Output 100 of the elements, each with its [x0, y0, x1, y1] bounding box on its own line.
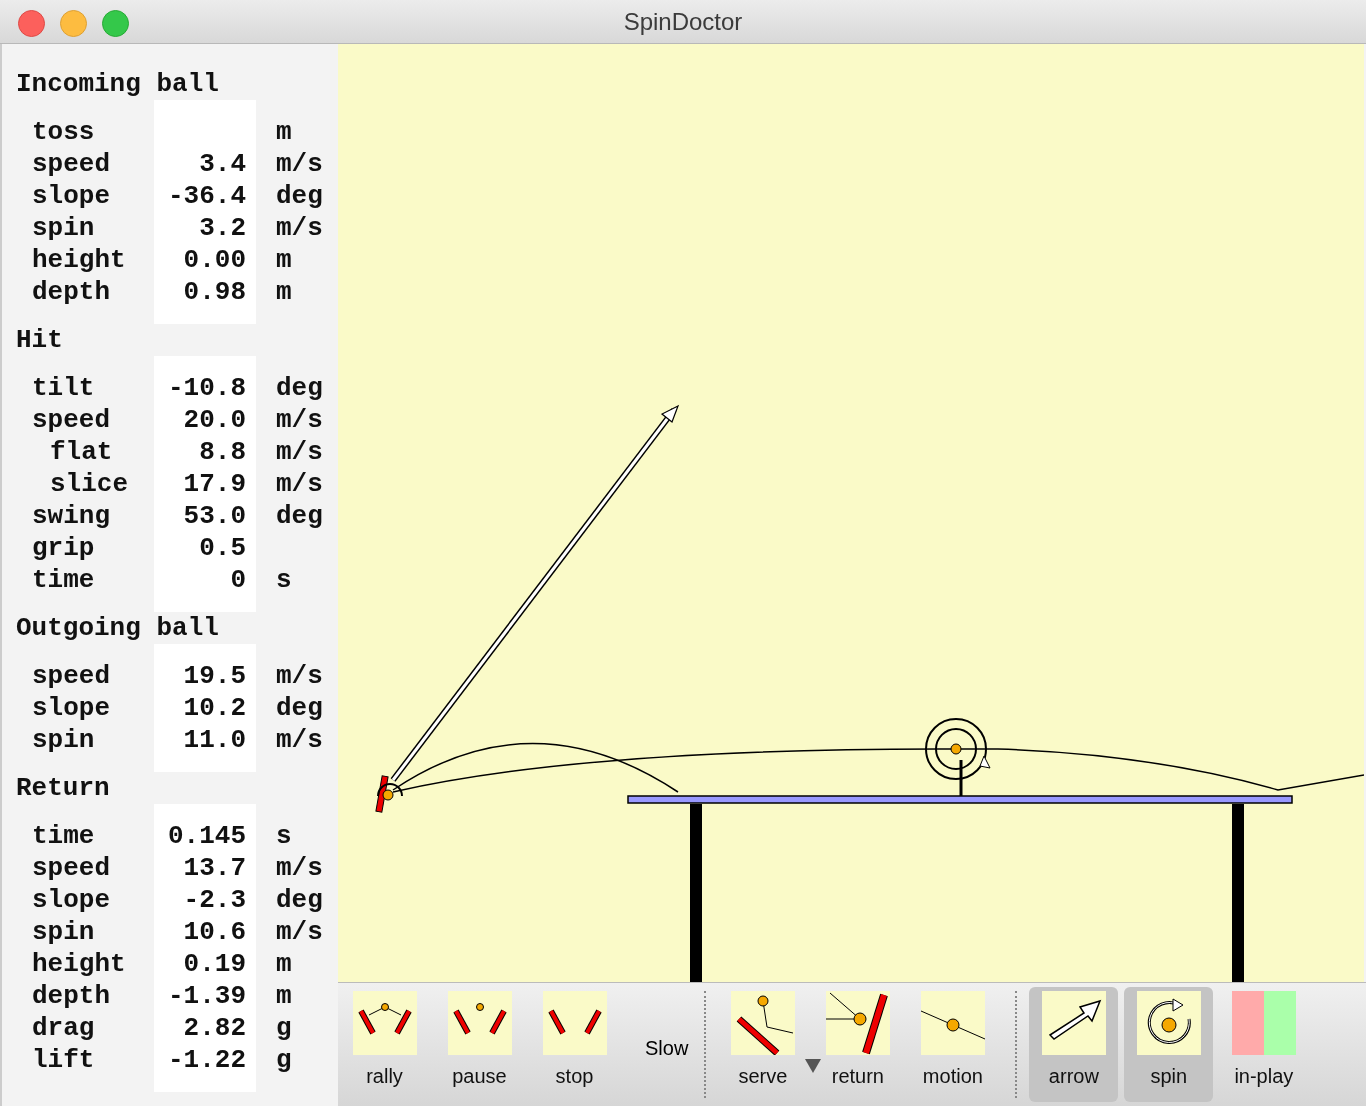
parameter-unit: m/s: [276, 468, 323, 500]
parameter-unit: m: [276, 980, 292, 1012]
parameter-value[interactable]: 13.7: [183, 852, 246, 884]
parameter-label: time: [31, 564, 96, 596]
parameter-label: grip: [31, 532, 96, 564]
parameter-value[interactable]: 0.19: [183, 948, 246, 980]
parameter-label: slope: [31, 884, 111, 916]
parameter-label: time: [31, 820, 96, 852]
motion-icon: [920, 991, 985, 1055]
parameter-unit: m/s: [276, 852, 323, 884]
parameter-label: depth: [31, 276, 111, 308]
parameter-value[interactable]: 0.00: [183, 244, 246, 276]
parameter-label: slope: [31, 692, 111, 724]
parameter-value[interactable]: 11.0: [183, 724, 246, 756]
parameter-unit: m: [276, 276, 292, 308]
parameter-label: speed: [31, 852, 111, 884]
parameter-unit: m: [276, 116, 292, 148]
parameter-label: drag: [31, 1012, 96, 1044]
parameter-unit: s: [276, 564, 292, 596]
parameter-value[interactable]: 2.82: [183, 1012, 246, 1044]
parameter-label: slice: [49, 468, 129, 500]
spinning-ball-drawing: [925, 718, 991, 780]
parameter-unit: m: [276, 244, 292, 276]
parameter-value[interactable]: 17.9: [183, 468, 246, 500]
parameter-unit: deg: [276, 372, 323, 404]
section-heading: Incoming ball: [16, 68, 220, 100]
parameter-label: height: [31, 244, 127, 276]
parameter-unit: deg: [276, 692, 323, 724]
in-play-icon: [1231, 991, 1296, 1055]
section-heading: Hit: [16, 324, 64, 356]
minimize-button[interactable]: [60, 10, 87, 37]
parameter-value[interactable]: -36.4: [168, 180, 246, 212]
parameter-unit: g: [276, 1044, 292, 1076]
parameter-label: speed: [31, 660, 111, 692]
parameter-label: tilt: [31, 372, 96, 404]
spin-icon: [1136, 991, 1201, 1055]
toolbar-button[interactable]: rally: [340, 987, 429, 1102]
parameter-unit: s: [276, 820, 292, 852]
section-heading: Outgoing ball: [16, 612, 220, 644]
window-title: SpinDoctor: [623, 7, 743, 36]
zoom-button[interactable]: [102, 10, 129, 37]
parameter-unit: deg: [276, 884, 323, 916]
parameter-value[interactable]: 3.4: [199, 148, 246, 180]
racket-drawing: [375, 775, 403, 813]
parameter-value[interactable]: 0: [230, 564, 246, 596]
parameter-label: swing: [31, 500, 111, 532]
toolbar-button[interactable]: arrow: [1029, 987, 1119, 1102]
parameter-label: spin: [31, 212, 96, 244]
parameter-label: speed: [31, 404, 111, 436]
parameter-value[interactable]: 19.5: [183, 660, 246, 692]
parameter-value[interactable]: 10.6: [183, 916, 246, 948]
parameter-label: spin: [31, 916, 96, 948]
speed-label[interactable]: Slow: [645, 1029, 689, 1060]
toolbar-button[interactable]: pause: [435, 987, 524, 1102]
parameter-unit: m/s: [276, 148, 323, 180]
parameter-unit: m: [276, 948, 292, 980]
parameter-value[interactable]: 53.0: [183, 500, 246, 532]
parameter-value[interactable]: -1.22: [168, 1044, 246, 1076]
parameter-value[interactable]: 10.2: [183, 692, 246, 724]
parameter-unit: m/s: [276, 436, 323, 468]
return-icon: [825, 991, 890, 1055]
parameter-unit: g: [276, 1012, 292, 1044]
toolbar-button[interactable]: serve: [718, 987, 808, 1102]
dropdown-caret-icon[interactable]: [805, 1059, 822, 1073]
parameter-label: spin: [31, 724, 96, 756]
section-heading: Return: [16, 772, 111, 804]
parameter-unit: m/s: [276, 404, 323, 436]
pause-icon: [447, 991, 512, 1055]
parameter-value[interactable]: 0.98: [183, 276, 246, 308]
parameter-value[interactable]: 3.2: [199, 212, 246, 244]
close-button[interactable]: [18, 10, 45, 37]
parameter-label: flat: [49, 436, 114, 468]
parameter-value[interactable]: 0.5: [199, 532, 246, 564]
parameter-label: lift: [31, 1044, 96, 1076]
parameter-value[interactable]: -2.3: [183, 884, 246, 916]
parameter-unit: m/s: [276, 660, 323, 692]
parameter-label: height: [31, 948, 127, 980]
parameter-unit: deg: [276, 500, 323, 532]
toolbar-button[interactable]: motion: [908, 987, 998, 1102]
stop-icon: [542, 991, 607, 1055]
parameter-label: toss: [31, 116, 96, 148]
toolbar-button[interactable]: stop: [530, 987, 619, 1102]
toolbar-button[interactable]: in-play: [1219, 987, 1309, 1102]
parameter-value[interactable]: 0.145: [168, 820, 246, 852]
parameter-unit: m/s: [276, 724, 323, 756]
direction-arrow[interactable]: [390, 404, 680, 782]
parameter-unit: m/s: [276, 916, 323, 948]
parameter-value[interactable]: -10.8: [168, 372, 246, 404]
parameter-label: speed: [31, 148, 111, 180]
parameter-value[interactable]: 20.0: [183, 404, 246, 436]
parameter-unit: m/s: [276, 212, 323, 244]
serve-icon: [730, 991, 795, 1055]
parameter-value[interactable]: 8.8: [199, 436, 246, 468]
parameter-value[interactable]: -1.39: [168, 980, 246, 1012]
rally-icon: [352, 991, 417, 1055]
toolbar-button[interactable]: spin: [1124, 987, 1214, 1102]
parameter-unit: deg: [276, 180, 323, 212]
parameter-label: slope: [31, 180, 111, 212]
parameter-label: depth: [31, 980, 111, 1012]
toolbar-button[interactable]: return: [813, 987, 903, 1102]
